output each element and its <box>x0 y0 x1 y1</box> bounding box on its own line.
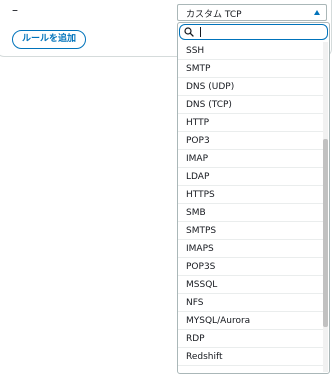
option-pop3s[interactable]: POP3S <box>178 258 324 276</box>
type-select-value: カスタム TCP <box>186 10 242 20</box>
option-rdp[interactable]: RDP <box>178 330 324 348</box>
option-imap[interactable]: IMAP <box>178 150 324 168</box>
option-redshift[interactable]: Redshift <box>178 348 324 366</box>
option-ldap[interactable]: LDAP <box>178 168 324 186</box>
option-http[interactable]: HTTP <box>178 114 324 132</box>
scrollbar-thumb[interactable] <box>323 139 328 327</box>
option-mysql-aurora[interactable]: MYSQL/Aurora <box>178 312 324 330</box>
caret-up-icon <box>314 10 320 15</box>
type-select[interactable]: カスタム TCP <box>177 4 327 21</box>
option-mssql[interactable]: MSSQL <box>178 276 324 294</box>
option-imaps[interactable]: IMAPS <box>178 240 324 258</box>
type-dropdown: SSH SMTP DNS (UDP) DNS (TCP) HTTP POP3 I… <box>177 22 330 374</box>
option-list: SSH SMTP DNS (UDP) DNS (TCP) HTTP POP3 I… <box>178 42 324 366</box>
option-smtps[interactable]: SMTPS <box>178 222 324 240</box>
option-ssh[interactable]: SSH <box>178 42 324 60</box>
add-rule-button[interactable]: ルールを追加 <box>12 30 87 49</box>
option-dns-tcp[interactable]: DNS (TCP) <box>178 96 324 114</box>
dropdown-scrollbar[interactable] <box>323 42 328 372</box>
rule-dash: – <box>12 3 18 17</box>
dropdown-search-input[interactable] <box>179 24 328 40</box>
option-smtp[interactable]: SMTP <box>178 60 324 78</box>
option-smb[interactable]: SMB <box>178 204 324 222</box>
search-icon <box>184 27 194 37</box>
option-pop3[interactable]: POP3 <box>178 132 324 150</box>
option-https[interactable]: HTTPS <box>178 186 324 204</box>
text-cursor <box>200 27 201 37</box>
option-dns-udp[interactable]: DNS (UDP) <box>178 78 324 96</box>
option-nfs[interactable]: NFS <box>178 294 324 312</box>
